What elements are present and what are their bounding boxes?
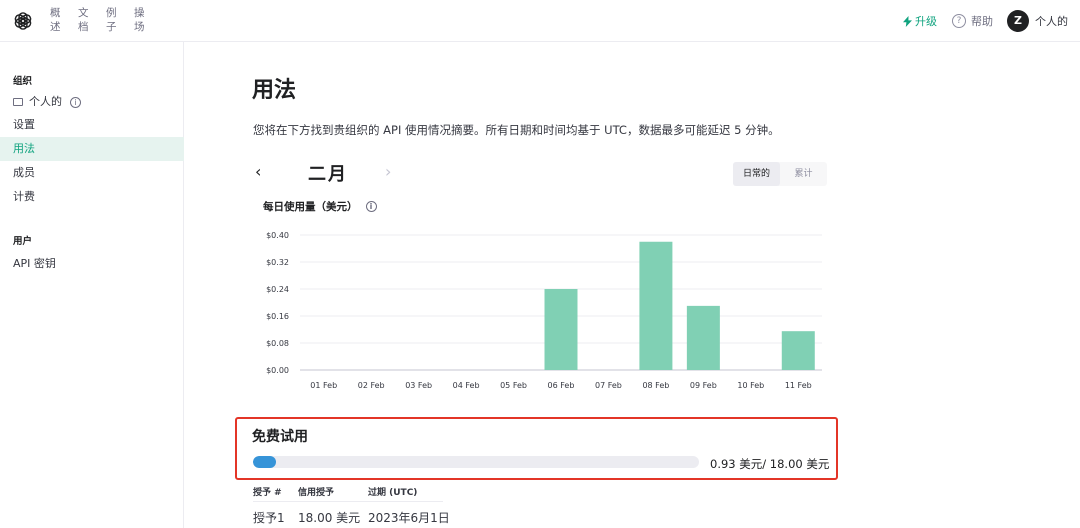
nav-overview-char[interactable]: 述 — [50, 20, 78, 34]
bar — [639, 241, 673, 370]
x-tick-label: 07 Feb — [595, 381, 622, 390]
x-tick-label: 05 Feb — [500, 381, 527, 390]
sidebar-item-label: 用法 — [13, 142, 35, 155]
sidebar-item-settings[interactable]: 设置 — [0, 113, 184, 137]
sidebar-item-billing[interactable]: 计费 — [0, 185, 184, 209]
grant-header-amount: 信用授予 — [298, 488, 335, 498]
user-label: 个人的 — [1035, 15, 1068, 28]
x-tick-label: 03 Feb — [405, 381, 432, 390]
x-tick-label: 04 Feb — [453, 381, 480, 390]
upgrade-button[interactable]: 升级 — [903, 13, 937, 29]
y-tick-label: $0.40 — [266, 231, 289, 240]
nav-overview-char[interactable]: 概 — [50, 6, 78, 20]
y-tick-label: $0.16 — [266, 312, 289, 321]
y-tick-label: $0.00 — [266, 366, 289, 375]
sidebar-item-label: 设置 — [13, 118, 35, 131]
month-label: 二月 — [308, 164, 348, 185]
sidebar-item-personal[interactable]: 个人的 i — [0, 90, 184, 114]
nav-docs-char[interactable]: 档 — [78, 20, 106, 34]
help-label: 帮助 — [971, 15, 993, 28]
x-tick-label: 08 Feb — [642, 381, 669, 390]
nav-examples-char[interactable]: 子 — [106, 20, 134, 34]
page-title: 用法 — [252, 78, 297, 103]
top-bar: 概述文档例子操场 升级 ? 帮助 Z 个人的 — [0, 0, 1080, 42]
user-menu[interactable]: Z 个人的 — [1007, 10, 1068, 32]
help-circle-icon: ? — [952, 14, 966, 28]
grant-cell-amount: 18.00 美元 — [298, 511, 361, 525]
grant-divider — [253, 501, 443, 502]
chart-title: 每日使用量（美元） i — [263, 199, 377, 214]
lightning-icon — [903, 15, 912, 27]
grant-cell-expiry: 2023年6月1日 — [368, 511, 450, 525]
page-description: 您将在下方找到贵组织的 API 使用情况摘要。所有日期和时间均基于 UTC，数据… — [253, 123, 780, 137]
sidebar-heading-organization: 组织 — [13, 76, 33, 87]
free-trial-amount: 0.93 美元/ 18.00 美元 — [710, 457, 830, 471]
daily-usage-chart: $0.00 $0.08 $0.16 $0.24 $0.32 $0.40 01 Feb 02 F… — [266, 231, 822, 390]
free-trial-progress-fill — [253, 456, 277, 468]
toggle-cumulative[interactable]: 累计 — [780, 162, 827, 186]
y-tick-label: $0.32 — [266, 258, 289, 267]
bar — [686, 305, 720, 370]
grant-header-number: 授予 # — [253, 488, 282, 498]
sidebar-item-usage[interactable]: 用法 — [0, 137, 184, 161]
grant-header-expiry: 过期 (UTC) — [368, 488, 418, 498]
free-trial-title: 免费试用 — [252, 429, 308, 445]
chart-title-text: 每日使用量（美元） — [263, 201, 358, 213]
x-tick-label: 11 Feb — [785, 381, 812, 390]
sidebar-item-label: 个人的 — [29, 95, 62, 108]
help-button[interactable]: ? 帮助 — [952, 13, 993, 29]
main-nav: 概述文档例子操场 — [50, 6, 162, 34]
bar — [781, 331, 815, 370]
briefcase-icon — [13, 98, 23, 106]
sidebar-item-label: 计费 — [13, 190, 35, 203]
x-tick-label: 06 Feb — [548, 381, 575, 390]
x-tick-label: 10 Feb — [737, 381, 764, 390]
sidebar-item-label: 成员 — [13, 166, 35, 179]
sidebar-heading-user: 用户 — [13, 236, 33, 247]
sidebar: 组织 个人的 i 设置 用法 成员 计费 用户 API 密钥 — [0, 42, 184, 528]
upgrade-label: 升级 — [915, 15, 937, 28]
info-icon[interactable]: i — [365, 201, 377, 212]
nav-examples-char[interactable]: 例 — [106, 6, 134, 20]
x-tick-label: 02 Feb — [358, 381, 385, 390]
toggle-daily[interactable]: 日常的 — [733, 162, 780, 186]
view-toggle: 日常的 累计 — [733, 162, 827, 186]
openai-logo-icon[interactable] — [12, 10, 34, 32]
sidebar-item-members[interactable]: 成员 — [0, 161, 184, 185]
sidebar-item-api-keys[interactable]: API 密钥 — [0, 252, 184, 276]
free-trial-progress-bar — [253, 456, 699, 468]
y-tick-label: $0.24 — [266, 285, 289, 294]
sidebar-item-label: API 密钥 — [13, 257, 56, 270]
nav-playground-char[interactable]: 操 — [134, 6, 162, 20]
nav-docs-char[interactable]: 文 — [78, 6, 106, 20]
grant-cell-number: 授予1 — [253, 511, 285, 525]
avatar: Z — [1007, 10, 1029, 32]
chevron-left-icon[interactable]: ‹ — [255, 162, 261, 181]
y-tick-label: $0.08 — [266, 339, 289, 348]
info-icon[interactable]: i — [70, 96, 81, 108]
bar — [544, 289, 578, 370]
x-tick-label: 01 Feb — [310, 381, 337, 390]
x-tick-label: 09 Feb — [690, 381, 717, 390]
nav-playground-char[interactable]: 场 — [134, 20, 162, 34]
chevron-right-icon[interactable]: › — [385, 162, 391, 181]
